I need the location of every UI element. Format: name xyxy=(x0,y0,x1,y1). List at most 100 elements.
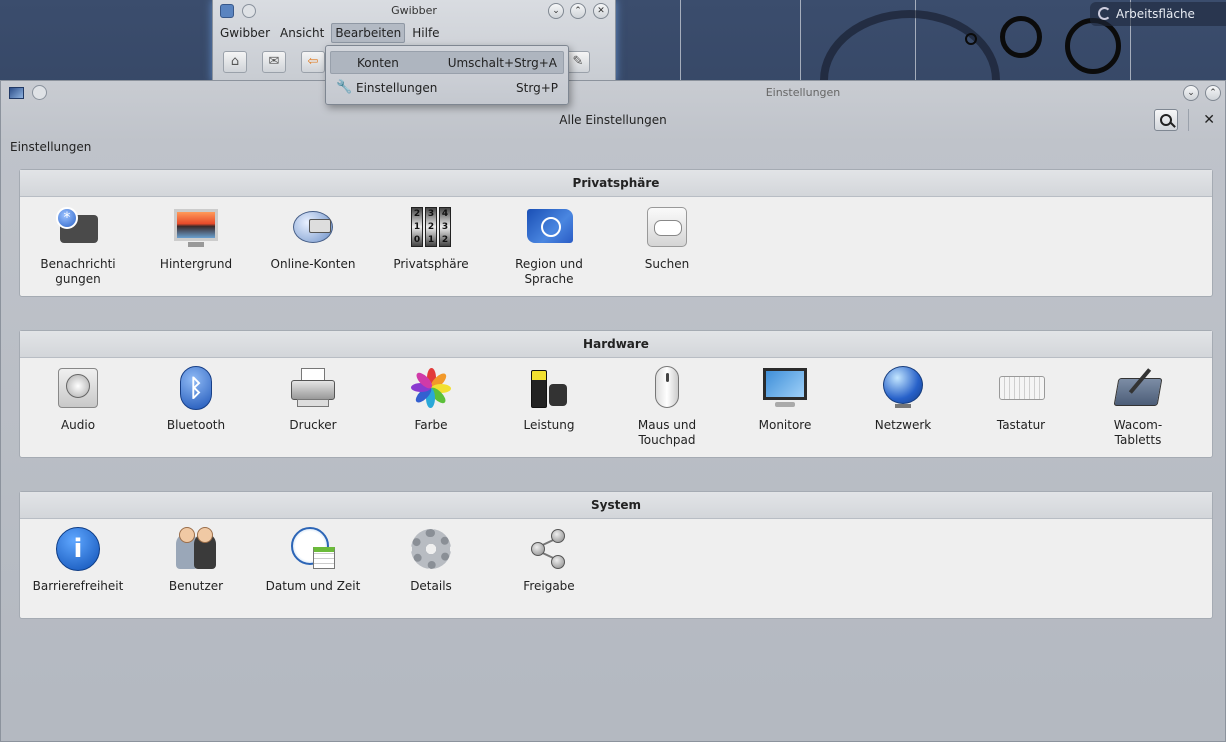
settings-item-suchen[interactable]: Suchen xyxy=(609,205,725,272)
settings-item-privatsphaere[interactable]: 210321432 Privatsphäre xyxy=(373,205,489,272)
search-settings-icon xyxy=(645,205,689,249)
settings-header: Alle Einstellungen ✕ xyxy=(1,105,1225,135)
region-icon xyxy=(527,205,573,249)
gwibber-titlebar[interactable]: Gwibber ⌄ ⌃ ✕ xyxy=(213,0,615,22)
network-icon xyxy=(881,366,925,410)
item-label-line: Region und xyxy=(515,257,583,271)
maximize-button[interactable]: ⌃ xyxy=(1205,85,1221,101)
gwibber-menubar: Gwibber Ansicht Bearbeiten Hilfe xyxy=(213,22,615,44)
accessibility-icon: i xyxy=(56,527,100,571)
settings-item-hintergrund[interactable]: Hintergrund xyxy=(138,205,254,272)
settings-item-region-und-sprache[interactable]: Region und Sprache xyxy=(491,205,607,287)
settings-item-monitore[interactable]: Monitore xyxy=(727,366,843,433)
workspace-label[interactable]: Arbeitsfläche xyxy=(1090,2,1226,26)
maximize-button[interactable]: ⌃ xyxy=(570,3,586,19)
item-label-line: Tastatur xyxy=(996,418,1046,432)
settings-item-wacom-tabletts[interactable]: Wacom- Tabletts xyxy=(1080,366,1196,448)
item-label-line: Tabletts xyxy=(1114,433,1162,447)
settings-item-benutzer[interactable]: Benutzer xyxy=(138,527,254,594)
menu-gwibber[interactable]: Gwibber xyxy=(217,24,273,42)
datetime-icon xyxy=(291,527,335,571)
section-title: Hardware xyxy=(20,331,1212,358)
minimize-button[interactable]: ⌄ xyxy=(548,3,564,19)
item-label-line: Wacom- xyxy=(1113,418,1163,432)
section-system: System i Barrierefreiheit Benutzer Datum… xyxy=(19,491,1213,619)
close-button[interactable]: ✕ xyxy=(593,3,609,19)
menu-item-label: Einstellungen xyxy=(356,80,438,95)
settings-item-freigabe[interactable]: Freigabe xyxy=(491,527,607,594)
settings-item-leistung[interactable]: Leistung xyxy=(491,366,607,433)
audio-icon xyxy=(56,366,100,410)
settings-item-farbe[interactable]: Farbe xyxy=(373,366,489,433)
settings-item-benachrichtigungen[interactable]: * Benachrichti gungen xyxy=(20,205,136,287)
pin-icon[interactable] xyxy=(242,4,256,18)
settings-titlebar[interactable]: Einstellungen ⌄ ⌃ xyxy=(1,81,1225,105)
wallpaper-icon xyxy=(174,205,218,249)
menu-bearbeiten[interactable]: Bearbeiten xyxy=(331,23,406,43)
item-label-line: Touchpad xyxy=(638,433,696,447)
item-label-line: gungen xyxy=(55,272,101,286)
item-label-line: Monitore xyxy=(758,418,812,432)
minimize-button[interactable]: ⌄ xyxy=(1183,85,1199,101)
menu-item-konten[interactable]: Konten Umschalt+Strg+A xyxy=(330,51,564,74)
online-accounts-icon xyxy=(291,205,335,249)
close-icon[interactable]: ✕ xyxy=(1203,105,1215,135)
menu-item-shortcut: Umschalt+Strg+A xyxy=(447,55,557,70)
settings-item-details[interactable]: Details xyxy=(373,527,489,594)
mouse-icon xyxy=(645,366,689,410)
wallpaper-line xyxy=(800,0,801,90)
home-icon[interactable]: ⌂ xyxy=(223,51,247,73)
wallpaper-ring xyxy=(965,33,977,45)
color-icon xyxy=(409,366,453,410)
item-label-line: Barrierefreiheit xyxy=(32,579,124,593)
item-label-line: Audio xyxy=(60,418,96,432)
menu-ansicht[interactable]: Ansicht xyxy=(277,24,327,42)
item-label-line: Privatsphäre xyxy=(393,257,469,271)
item-label-line: Benutzer xyxy=(168,579,224,593)
menu-hilfe[interactable]: Hilfe xyxy=(409,24,442,42)
settings-item-tastatur[interactable]: Tastatur xyxy=(963,366,1079,433)
gwibber-app-icon[interactable] xyxy=(220,4,234,18)
workspace-label-text: Arbeitsfläche xyxy=(1116,7,1195,21)
bearbeiten-dropdown-menu: Konten Umschalt+Strg+A 🔧 Einstellungen S… xyxy=(325,45,569,105)
mail-icon[interactable]: ✉ xyxy=(262,51,286,73)
notification-icon: * xyxy=(56,205,100,249)
settings-item-online-konten[interactable]: Online-Konten xyxy=(255,205,371,272)
item-label-line: Maus und xyxy=(637,418,697,432)
settings-item-bluetooth[interactable]: ᛒ Bluetooth xyxy=(138,366,254,433)
settings-item-netzwerk[interactable]: Netzwerk xyxy=(845,366,961,433)
item-label-line: Suchen xyxy=(644,257,690,271)
item-label-line: Hintergrund xyxy=(159,257,233,271)
settings-app-icon[interactable] xyxy=(9,87,24,99)
settings-window[interactable]: Einstellungen ⌄ ⌃ Alle Einstellungen ✕ E… xyxy=(0,80,1226,742)
wallpaper-ring xyxy=(1000,16,1042,58)
section-title: System xyxy=(20,492,1212,519)
gwibber-title: Gwibber xyxy=(391,4,437,17)
item-label-line: Details xyxy=(410,579,452,593)
privacy-icon: 210321432 xyxy=(409,205,453,249)
settings-window-title: Einstellungen xyxy=(765,86,841,99)
settings-item-drucker[interactable]: Drucker xyxy=(255,366,371,433)
search-button[interactable] xyxy=(1154,109,1178,131)
compose-icon[interactable]: ✎ xyxy=(566,51,590,73)
menu-item-label: Konten xyxy=(357,55,399,70)
users-icon xyxy=(174,527,218,571)
page-title: Alle Einstellungen xyxy=(559,113,667,127)
monitor-icon xyxy=(763,366,807,410)
pin-icon[interactable] xyxy=(32,85,47,100)
section-title: Privatsphäre xyxy=(20,170,1212,197)
reply-icon[interactable]: ⇦ xyxy=(301,51,325,73)
workspace-icon xyxy=(1098,7,1111,20)
breadcrumb: Einstellungen xyxy=(10,140,92,154)
settings-item-maus-und-touchpad[interactable]: Maus und Touchpad xyxy=(609,366,725,448)
settings-item-barrierefreiheit[interactable]: i Barrierefreiheit xyxy=(20,527,136,594)
item-label-line: Freigabe xyxy=(523,579,575,593)
wrench-icon: 🔧 xyxy=(336,80,353,95)
details-icon xyxy=(409,527,453,571)
item-label-line: Sprache xyxy=(524,272,574,286)
menu-item-einstellungen[interactable]: 🔧 Einstellungen Strg+P xyxy=(330,76,564,99)
item-label-line: Farbe xyxy=(414,418,448,432)
item-label-line: Benachrichti xyxy=(40,257,116,271)
settings-item-audio[interactable]: Audio xyxy=(20,366,136,433)
settings-item-datum-und-zeit[interactable]: Datum und Zeit xyxy=(255,527,371,594)
